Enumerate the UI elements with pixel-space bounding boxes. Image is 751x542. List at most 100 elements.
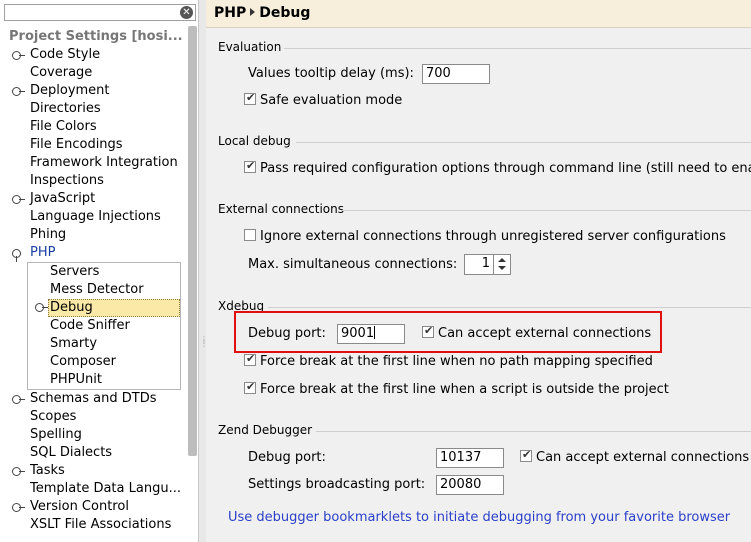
settings-content: PHP Debug Evaluation Values tooltip delay… (206, 0, 751, 542)
tree-item[interactable]: Smarty (28, 335, 180, 353)
tree-item[interactable]: XSLT File Associations (0, 516, 186, 534)
tree-item[interactable]: Phing (0, 226, 186, 244)
checkbox-checked-icon (244, 159, 256, 173)
divider (296, 142, 751, 143)
tree-item[interactable]: Template Data Langu... (0, 480, 186, 498)
tree-item[interactable]: Coverage (0, 64, 186, 82)
section-title: Zend Debugger (218, 423, 313, 437)
tree-item[interactable]: JavaScript (0, 190, 186, 208)
tree-item[interactable]: PHPUnit (28, 371, 180, 389)
tree-item[interactable]: SQL Dialects (0, 444, 186, 462)
search-input[interactable]: ✕ (4, 4, 196, 21)
safe-evaluation-checkbox[interactable]: Safe evaluation mode (244, 91, 403, 108)
tree-item[interactable]: Language Injections (0, 208, 186, 226)
tree-item[interactable]: Directories (0, 100, 186, 118)
checkbox-unchecked-icon (244, 229, 256, 241)
tree-item-label: Composer (50, 354, 117, 369)
tree-item[interactable]: File Encodings (0, 136, 186, 154)
tree-item[interactable]: PHP (0, 244, 186, 262)
section-external-connections: External connections (218, 202, 751, 216)
spinner-up-icon[interactable] (498, 258, 506, 262)
divider (284, 48, 751, 49)
checkbox-label: Can accept external connections (438, 326, 652, 341)
php-children: Servers Mess Detector Debug Code Sniffer Sma… (27, 262, 181, 390)
pass-options-checkbox[interactable]: Pass required configuration options thro… (244, 159, 751, 176)
tree-item-label: PHP (30, 245, 56, 260)
expanded-toggle-icon[interactable] (12, 249, 21, 262)
tree-item[interactable]: Code Style (0, 46, 186, 64)
tree-item-label: Template Data Langu... (30, 481, 181, 496)
collapsed-toggle-icon[interactable] (12, 503, 25, 512)
tree-item-label: Code Style (30, 47, 101, 62)
breadcrumb-current: Debug (259, 5, 311, 21)
tree-item[interactable]: Inspections (0, 172, 186, 190)
collapsed-toggle-icon[interactable] (12, 395, 25, 404)
tree-item[interactable]: Schemas and DTDs (0, 390, 186, 408)
text-caret (374, 326, 376, 339)
tree-item-label: Language Injections (30, 209, 161, 224)
checkbox-checked-icon (520, 448, 532, 462)
tree-scrollbar[interactable] (188, 26, 197, 456)
breadcrumb: PHP Debug (206, 0, 751, 28)
tree-item-label: JavaScript (30, 191, 96, 206)
tree-item[interactable]: Version Control (0, 498, 186, 516)
settings-tree: Project Settings [hosi... Code Style Cove… (0, 26, 186, 534)
tree-item[interactable]: Mess Detector (28, 281, 180, 299)
tree-item-label: Scopes (30, 409, 77, 424)
clear-icon[interactable]: ✕ (180, 6, 193, 19)
tree-item[interactable]: Code Sniffer (28, 317, 180, 335)
bookmarklets-link[interactable]: Use debugger bookmarklets to initiate de… (228, 510, 730, 525)
tree-item-label: Mess Detector (50, 282, 144, 297)
section-title: Local debug (218, 134, 291, 148)
spinner-value: 1 (481, 256, 490, 271)
xdebug-port-label: Debug port: (248, 326, 326, 341)
zend-accept-checkbox[interactable]: Can accept external connections (520, 448, 750, 465)
tree-item-label: Schemas and DTDs (30, 391, 157, 406)
section-title: External connections (218, 202, 344, 216)
divider (342, 210, 751, 211)
checkbox-label: Can accept external connections (536, 450, 750, 465)
tree-item-label: Smarty (50, 336, 98, 351)
zend-port-value: 10137 (440, 450, 482, 465)
max-connections-label: Max. simultaneous connections: (248, 257, 458, 272)
collapsed-toggle-icon[interactable] (12, 51, 25, 60)
breadcrumb-arrow-icon (250, 8, 256, 16)
splitter[interactable]: ⋮ ⋮ (199, 0, 208, 542)
spinner-down-icon[interactable] (498, 266, 506, 270)
tree-item[interactable]: Framework Integration (0, 154, 186, 172)
tree-item[interactable]: Composer (28, 353, 180, 371)
tooltip-delay-input[interactable]: 700 (422, 64, 490, 84)
tree-item[interactable]: Scopes (0, 408, 186, 426)
tree-item[interactable]: Deployment (0, 82, 186, 100)
zend-port-input[interactable]: 10137 (436, 448, 504, 468)
tree-item[interactable]: Servers (28, 263, 180, 281)
spinner-buttons (493, 255, 510, 274)
zend-port-label: Debug port: (248, 450, 326, 465)
force-break-mapping-checkbox[interactable]: Force break at the first line when no pa… (244, 352, 653, 369)
tree-item[interactable]: Spelling (0, 426, 186, 444)
checkbox-label: Force break at the first line when no pa… (260, 354, 653, 369)
tree-item-label: Servers (50, 264, 100, 279)
tree-item[interactable]: Tasks (0, 462, 186, 480)
xdebug-accept-checkbox[interactable]: Can accept external connections (422, 324, 652, 341)
checkbox-label: Safe evaluation mode (260, 93, 403, 108)
collapsed-toggle-icon[interactable] (12, 467, 25, 476)
tree-item-label: Spelling (30, 427, 82, 442)
force-break-outside-checkbox[interactable]: Force break at the first line when a scr… (244, 380, 669, 397)
tree-item-label: Phing (30, 227, 67, 242)
tree-item[interactable]: File Colors (0, 118, 186, 136)
tree-item-label: SQL Dialects (30, 445, 113, 460)
collapsed-toggle-icon[interactable] (12, 195, 25, 204)
tree-header: Project Settings [hosi... (9, 29, 183, 44)
breadcrumb-parent: PHP (214, 5, 247, 21)
broadcast-port-value: 20080 (440, 477, 482, 492)
section-local-debug: Local debug (218, 134, 751, 148)
broadcast-port-input[interactable]: 20080 (436, 475, 504, 495)
collapsed-toggle-icon[interactable] (35, 303, 48, 312)
tree-item-selected[interactable]: Debug (35, 299, 180, 317)
checkbox-label: Ignore external connections through unre… (260, 229, 726, 244)
max-connections-spinner[interactable]: 1 (464, 254, 511, 275)
xdebug-port-input[interactable]: 9001 (337, 324, 405, 344)
ignore-connections-checkbox[interactable]: Ignore external connections through unre… (244, 229, 726, 244)
collapsed-toggle-icon[interactable] (12, 87, 25, 96)
